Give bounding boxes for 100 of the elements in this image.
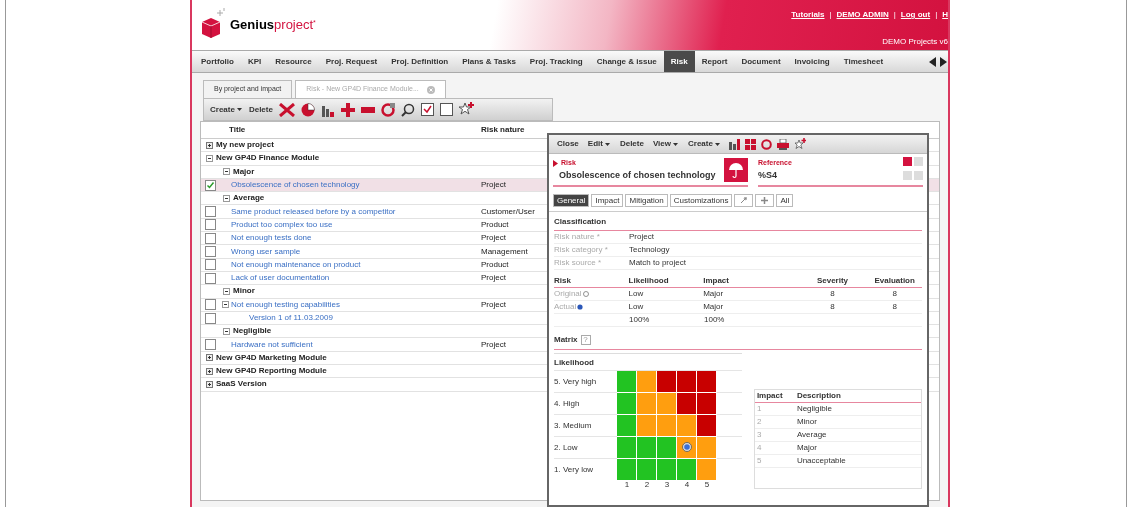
refresh-icon[interactable] [380,102,395,117]
risk-link[interactable]: Obsolescence of chosen technology [231,179,360,192]
checkbox[interactable] [205,206,216,218]
radio[interactable] [582,291,589,297]
risk-link[interactable]: Wrong user sample [231,245,301,258]
nav-tab[interactable]: Report [694,51,735,72]
pie-chart-icon[interactable] [300,102,315,117]
version-link[interactable]: Version 1 of 11.03.2009 [249,312,333,324]
project-name[interactable]: New GP4D Finance Module [216,152,320,165]
project-name[interactable]: New GP4D Reporting Module [216,365,327,378]
checked-checkbox[interactable] [205,179,216,191]
search-icon[interactable] [400,102,415,117]
dropdown-button[interactable]: Create [688,138,721,150]
risk-link[interactable]: Not enough tests done [231,232,312,245]
nav-tab[interactable]: Document [734,51,788,72]
header-link[interactable]: H [942,9,948,21]
bar-chart-icon[interactable] [728,138,740,150]
nav-tab[interactable]: Risk [663,51,695,72]
scroll-left-button[interactable] [927,54,937,69]
reference-value: %S4 [758,168,778,182]
detail-tab[interactable]: General [553,194,590,207]
checkbox[interactable] [205,299,216,311]
project-name[interactable]: New GP4D Marketing Module [216,351,327,364]
link-icon [740,197,748,204]
empty-box-icon[interactable] [439,103,453,116]
nav-tab[interactable]: Proj. Request [318,51,385,72]
project-name[interactable]: SaaS Version [216,378,267,391]
checkbox[interactable] [205,259,216,271]
table-cell-text: 4 [755,442,763,454]
collapse-icon[interactable] [223,287,230,295]
risk-link[interactable]: Product too complex too use [231,218,333,231]
nav-tab[interactable]: Invoicing [787,51,837,72]
axis-label: 1 [623,481,631,489]
checkbox[interactable] [205,246,216,257]
column-header: Description [795,390,841,402]
detail-tab[interactable]: All [776,194,794,207]
toolbar-button[interactable]: Delete [248,103,273,116]
checkbox[interactable] [205,232,216,244]
printer-icon[interactable] [776,138,789,150]
table-cell: Project [481,232,506,245]
logo-text: Geniusproject$^{*}$ [230,15,316,34]
detail-tab[interactable]: Customizations [669,194,733,207]
expand-icon[interactable] [206,381,213,388]
expand-icon[interactable] [206,141,213,149]
star-icon[interactable] [793,138,806,150]
project-name[interactable]: My new project [216,139,274,152]
nav-tab[interactable]: Resource [268,51,319,72]
risk-link[interactable]: Hardware not sufficient [231,338,313,351]
checkbox[interactable] [205,219,216,231]
header-link[interactable]: Log out [900,9,931,21]
nav-tab[interactable]: Timesheet [836,51,891,72]
group-name[interactable]: Minor [233,285,255,298]
group-name[interactable]: Average [233,192,265,205]
scroll-right-button[interactable] [938,54,948,69]
column-header: Evaluation [873,275,916,287]
nav-tab[interactable]: Proj. Definition [384,51,456,72]
toolbar-button[interactable]: Close [557,138,579,150]
risk-link[interactable]: Same product released before by a competitor [231,205,396,218]
checkbox[interactable] [205,272,216,284]
risk-link[interactable]: Lack of user documentation [231,272,330,285]
expand-icon[interactable] [206,354,213,362]
refresh-icon[interactable] [760,138,772,150]
collapse-icon[interactable] [223,194,230,202]
expand-icon[interactable] [206,367,213,375]
plus-icon[interactable] [340,102,355,117]
selected-radio[interactable] [577,304,584,310]
caret-icon [236,108,242,111]
header-link[interactable]: DEMO ADMIN [836,9,889,21]
triangle-icon [553,159,558,167]
grid-icon[interactable] [744,138,756,150]
collapse-icon[interactable] [222,301,229,309]
dropdown-button[interactable]: Edit [587,138,611,150]
caret-icon [604,142,610,146]
x-icon[interactable] [278,102,295,117]
minus-icon[interactable] [360,106,375,113]
nav-tab[interactable]: Plans & Tasks [455,51,523,72]
nav-tab[interactable]: Proj. Tracking [522,51,590,72]
checkbox[interactable] [205,339,216,351]
checked-box-icon[interactable] [420,103,434,116]
risk-link[interactable]: Not enough maintenance on product [231,258,361,271]
star-icon[interactable] [458,102,474,117]
nav-tab[interactable]: Change & issue [589,51,664,72]
header-link[interactable]: Tutorials [791,9,825,21]
collapse-icon[interactable] [223,168,230,176]
detail-tab[interactable]: Mitigation [625,194,668,207]
nav-tab[interactable]: Portfolio [194,51,241,72]
table-cell-text: Major [703,301,725,313]
collapse-icon[interactable] [223,327,230,335]
toolbar-button[interactable]: Delete [619,138,644,150]
detail-tab[interactable] [755,194,775,207]
collapse-icon[interactable] [206,154,213,162]
group-name[interactable]: Negligible [233,325,272,338]
dropdown-button[interactable]: Create [210,103,243,116]
checkbox[interactable] [205,312,216,324]
detail-tab[interactable]: Impact [591,194,624,207]
table-cell-text: 8 [891,288,898,300]
nav-tab[interactable]: KPI [240,51,269,72]
group-name[interactable]: Major [233,165,255,178]
risk-link[interactable]: Not enough testing capabilities [231,298,340,311]
dropdown-button[interactable]: View [652,138,679,150]
